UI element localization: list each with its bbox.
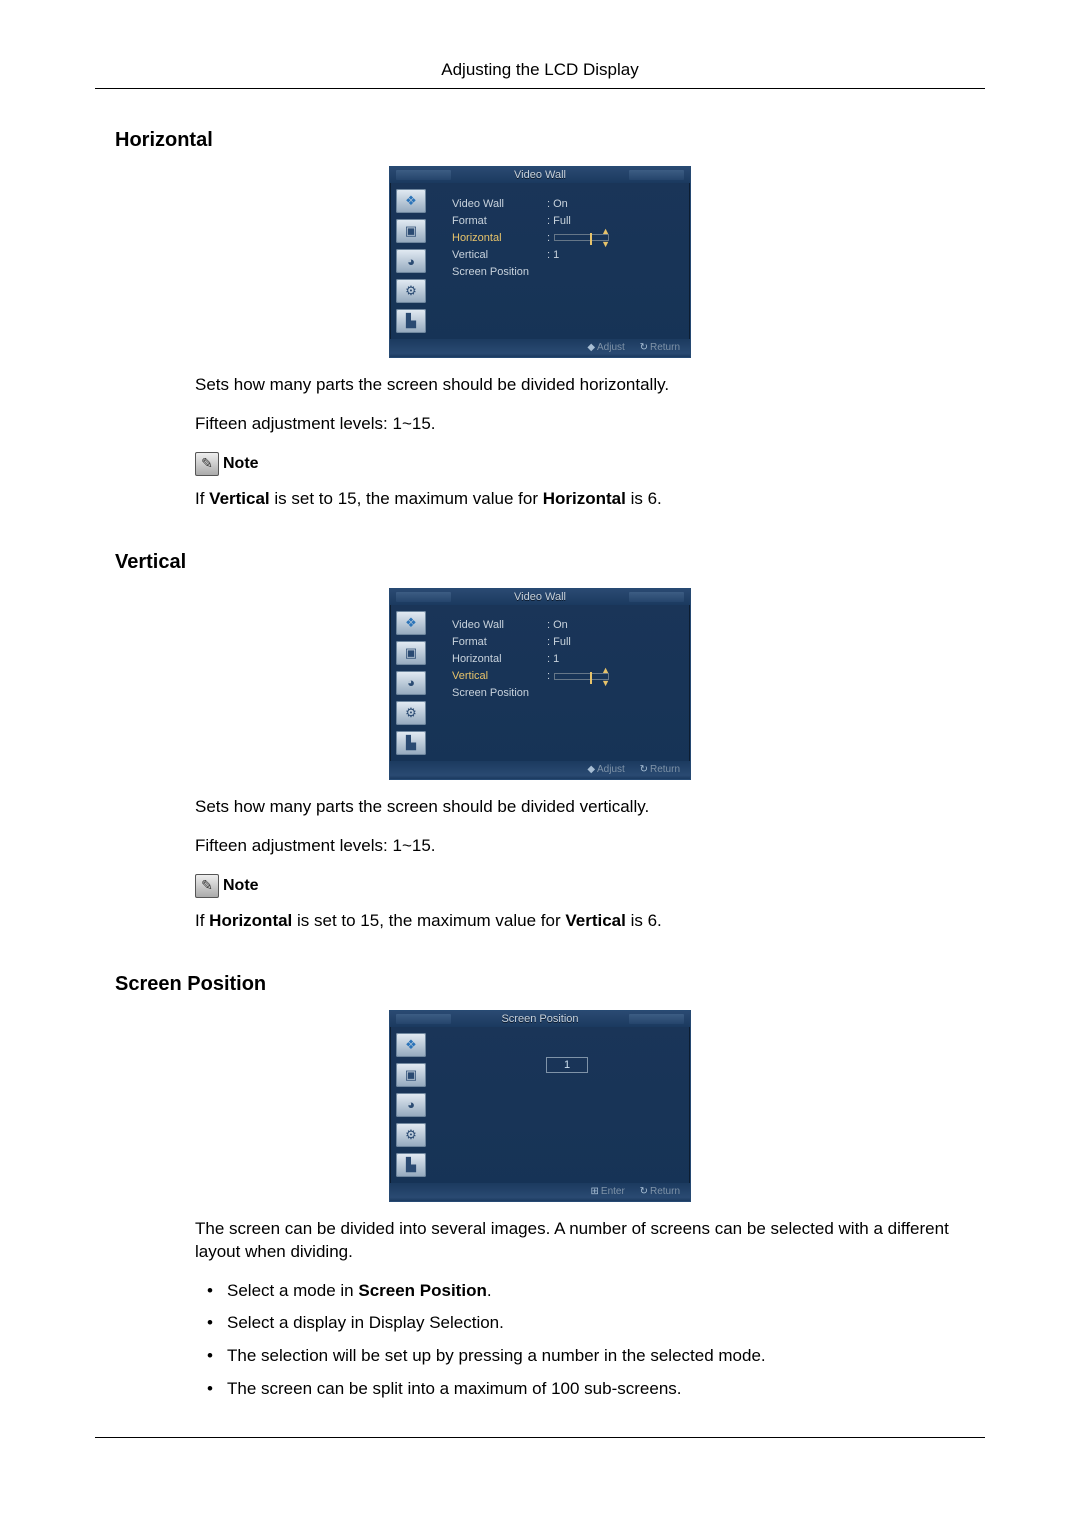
osd-item-vertical: Vertical — [452, 249, 547, 261]
list-item: The screen can be split into a maximum o… — [197, 1378, 975, 1401]
osd-val: : On — [547, 198, 568, 210]
note-icon: ✎ — [195, 452, 219, 476]
puzzle-icon: ❖ — [396, 189, 426, 213]
osd-slider: ▲▼ — [554, 673, 609, 680]
osd-item-format: Format — [452, 215, 547, 227]
osd-item-videowall: Video Wall — [452, 198, 547, 210]
return-icon: ↻ — [640, 1186, 648, 1197]
timer-icon: ◕ — [396, 671, 426, 695]
foot-return: Return — [650, 342, 680, 353]
puzzle-icon: ❖ — [396, 1033, 426, 1057]
list-item: Select a display in Display Selection. — [197, 1312, 975, 1335]
osd-title: Video Wall — [390, 167, 690, 183]
note-label: Note — [223, 453, 259, 475]
heading-screen-position: Screen Position — [115, 973, 985, 996]
osd-item-screenpos: Screen Position — [452, 687, 547, 699]
osd-screenshot-screenpos: Screen Position ❖ ▣ ◕ ⚙ ▙ 1 ⊞Enter ↻Retu… — [95, 1010, 985, 1202]
osd-item-horizontal: Horizontal — [452, 232, 547, 244]
paragraph: Fifteen adjustment levels: 1~15. — [195, 413, 975, 436]
osd-slider: ▲▼ — [554, 234, 609, 241]
osd-menu: Video Wall: On Format: Full Horizontal: ▲… — [438, 183, 690, 339]
osd-item-vertical: Vertical — [452, 670, 547, 682]
display-icon: ▙ — [396, 1153, 426, 1177]
osd-sidebar: ❖ ▣ ◕ ⚙ ▙ — [390, 605, 438, 761]
osd-sidebar: ❖ ▣ ◕ ⚙ ▙ — [390, 183, 438, 339]
osd-footer: ◆Adjust ↻Return — [390, 339, 690, 357]
osd-val: : On — [547, 619, 568, 631]
osd-val: : 1 — [547, 653, 559, 665]
osd-title: Screen Position — [390, 1011, 690, 1027]
foot-enter: Enter — [601, 1186, 625, 1197]
list-item: The selection will be set up by pressing… — [197, 1345, 975, 1368]
note-icon: ✎ — [195, 874, 219, 898]
osd-menu: 1 — [438, 1027, 690, 1183]
foot-return: Return — [650, 1186, 680, 1197]
picture-icon: ▣ — [396, 641, 426, 665]
foot-adjust: Adjust — [597, 764, 625, 775]
osd-screenshot-vertical: Video Wall ❖ ▣ ◕ ⚙ ▙ Video Wall: On Form… — [95, 588, 985, 780]
settings-icon: ⚙ — [396, 279, 426, 303]
osd-sidebar: ❖ ▣ ◕ ⚙ ▙ — [390, 1027, 438, 1183]
osd-panel: Video Wall ❖ ▣ ◕ ⚙ ▙ Video Wall: On Form… — [389, 588, 691, 780]
osd-screenshot-horizontal: Video Wall ❖ ▣ ◕ ⚙ ▙ Video Wall: On Form… — [95, 166, 985, 358]
return-icon: ↻ — [640, 764, 648, 775]
osd-panel: Screen Position ❖ ▣ ◕ ⚙ ▙ 1 ⊞Enter ↻Retu… — [389, 1010, 691, 1202]
osd-footer: ⊞Enter ↻Return — [390, 1183, 690, 1201]
display-icon: ▙ — [396, 309, 426, 333]
osd-position-value: 1 — [546, 1057, 588, 1073]
adjust-icon: ◆ — [587, 342, 595, 353]
footer-rule — [95, 1437, 985, 1438]
osd-item-videowall: Video Wall — [452, 619, 547, 631]
enter-icon: ⊞ — [591, 1186, 599, 1197]
paragraph: Sets how many parts the screen should be… — [195, 796, 975, 819]
picture-icon: ▣ — [396, 219, 426, 243]
paragraph: Sets how many parts the screen should be… — [195, 374, 975, 397]
note-text: If Vertical is set to 15, the maximum va… — [195, 488, 975, 511]
page: Adjusting the LCD Display Horizontal Vid… — [0, 0, 1080, 1527]
osd-footer: ◆Adjust ↻Return — [390, 761, 690, 779]
osd-item-format: Format — [452, 636, 547, 648]
return-icon: ↻ — [640, 342, 648, 353]
osd-val: : Full — [547, 636, 571, 648]
osd-val: : — [547, 232, 550, 244]
heading-horizontal: Horizontal — [115, 129, 985, 152]
settings-icon: ⚙ — [396, 701, 426, 725]
osd-val: : 1 — [547, 249, 559, 261]
paragraph: Fifteen adjustment levels: 1~15. — [195, 835, 975, 858]
list-item: Select a mode in Screen Position. — [197, 1280, 975, 1303]
page-title: Adjusting the LCD Display — [95, 60, 985, 89]
display-icon: ▙ — [396, 731, 426, 755]
osd-menu: Video Wall: On Format: Full Horizontal: … — [438, 605, 690, 761]
timer-icon: ◕ — [396, 1093, 426, 1117]
osd-item-screenpos: Screen Position — [452, 266, 547, 278]
osd-val: : Full — [547, 215, 571, 227]
settings-icon: ⚙ — [396, 1123, 426, 1147]
adjust-icon: ◆ — [587, 764, 595, 775]
osd-panel: Video Wall ❖ ▣ ◕ ⚙ ▙ Video Wall: On Form… — [389, 166, 691, 358]
osd-item-horizontal: Horizontal — [452, 653, 547, 665]
paragraph: The screen can be divided into several i… — [195, 1218, 975, 1264]
osd-title: Video Wall — [390, 589, 690, 605]
heading-vertical: Vertical — [115, 551, 985, 574]
timer-icon: ◕ — [396, 249, 426, 273]
puzzle-icon: ❖ — [396, 611, 426, 635]
osd-val: : — [547, 670, 550, 682]
picture-icon: ▣ — [396, 1063, 426, 1087]
note-text: If Horizontal is set to 15, the maximum … — [195, 910, 975, 933]
bullet-list: Select a mode in Screen Position. Select… — [197, 1280, 975, 1402]
foot-adjust: Adjust — [597, 342, 625, 353]
note-label: Note — [223, 875, 259, 897]
foot-return: Return — [650, 764, 680, 775]
